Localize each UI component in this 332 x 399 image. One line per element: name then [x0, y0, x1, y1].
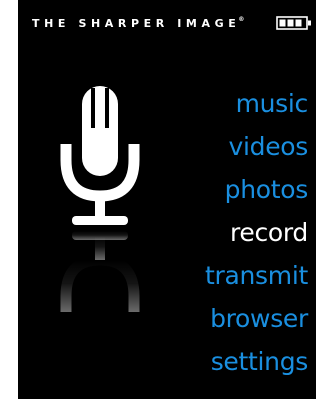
- battery-icon: [276, 16, 311, 30]
- menu-item-browser[interactable]: browser: [108, 297, 308, 340]
- menu-item-record[interactable]: record: [108, 211, 308, 254]
- menu-item-music[interactable]: music: [108, 82, 309, 125]
- trademark-symbol: ®: [238, 16, 245, 23]
- brand-text: THE SHARPER IMAGE: [32, 17, 241, 30]
- menu-item-settings[interactable]: settings: [108, 340, 309, 383]
- menu-item-videos[interactable]: videos: [108, 125, 308, 168]
- header: THE SHARPER IMAGE®: [18, 0, 316, 44]
- main-menu: music videos photos record transmit brow…: [108, 82, 308, 383]
- brand-logo: THE SHARPER IMAGE®: [32, 16, 246, 30]
- menu-item-photos[interactable]: photos: [108, 168, 309, 211]
- device-screen: THE SHARPER IMAGE® music videos photos r…: [18, 0, 316, 399]
- menu-item-transmit[interactable]: transmit: [108, 254, 308, 297]
